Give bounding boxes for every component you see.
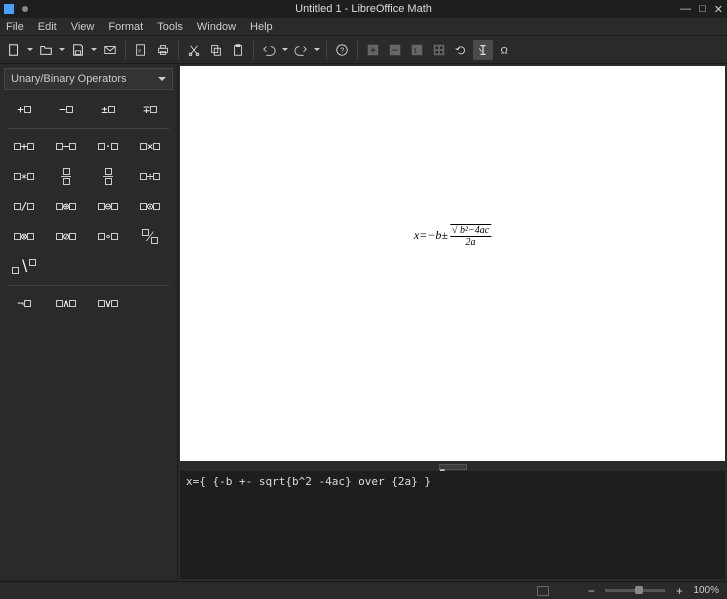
separator [326,41,327,59]
op-ominus[interactable]: ⊖ [92,195,124,217]
op-oslash[interactable]: ⊘ [50,225,82,247]
svg-text:P: P [138,48,141,53]
refresh-button[interactable] [451,40,471,60]
mail-button[interactable] [100,40,120,60]
op-plusminus[interactable]: ± [92,98,124,120]
open-button[interactable] [36,40,56,60]
zoom-slider[interactable] [605,589,665,592]
zoom-out-status[interactable]: − [585,585,597,597]
zoom-fit-button[interactable] [429,40,449,60]
splitter[interactable]: ▾ [178,463,727,471]
rendered-formula: x=−b± √ b²−4ac 2a [414,224,491,248]
save-button[interactable] [68,40,88,60]
splitter-grip[interactable]: ▾ [439,464,467,470]
titlebar: Untitled 1 - LibreOffice Math — □ ✕ [0,0,727,18]
palette-separator [8,285,169,286]
op-widebslash[interactable]: ∖ [8,255,40,277]
separator [125,41,126,59]
new-button[interactable] [4,40,24,60]
close-button[interactable]: ✕ [714,3,723,16]
menu-tools[interactable]: Tools [157,21,183,33]
menu-file[interactable]: File [6,21,24,33]
titlebar-dot [22,6,28,12]
palette-separator [8,128,169,129]
formula-denominator: 2a [464,237,478,248]
category-selector[interactable]: Unary/Binary Operators [4,68,173,90]
zoom-value[interactable]: 100% [693,585,719,596]
op-wideslash[interactable]: ⁄ [134,225,166,247]
svg-text:?: ? [340,47,344,54]
paste-button[interactable] [228,40,248,60]
zoom-in-status[interactable]: + [673,585,685,597]
copy-button[interactable] [206,40,226,60]
formula-numerator: √ b²−4ac [450,224,491,237]
op-frac[interactable] [50,165,82,187]
zoom-out-button[interactable] [385,40,405,60]
zoom-thumb[interactable] [635,586,643,594]
menu-help[interactable]: Help [250,21,273,33]
editor-content: x={ {-b +- sqrt{b^2 -4ac} over {2a} } [186,475,431,488]
op-div-frac[interactable] [92,165,124,187]
op-otimes[interactable]: ⊗ [8,225,40,247]
separator [253,41,254,59]
menu-format[interactable]: Format [108,21,143,33]
svg-text:1: 1 [414,47,418,54]
open-dropdown[interactable] [58,48,66,51]
zoom-100-button[interactable]: 1 [407,40,427,60]
print-button[interactable] [153,40,173,60]
operator-palette: + − ± ∓ + − · × ∗ ÷ / ⊕ ⊖ ⊙ [0,94,177,581]
formula-editor[interactable]: x={ {-b +- sqrt{b^2 -4ac} over {2a} } [180,471,725,579]
app-icon [4,4,14,14]
op-add[interactable]: + [8,135,40,157]
op-plus[interactable]: + [8,98,40,120]
op-oplus[interactable]: ⊕ [50,195,82,217]
new-dropdown[interactable] [26,48,34,51]
menu-edit[interactable]: Edit [38,21,57,33]
separator [178,41,179,59]
formula-lhs: x=−b± [414,228,448,243]
op-neg[interactable]: ¬ [8,292,40,314]
formula-cursor-button[interactable] [473,40,493,60]
separator [357,41,358,59]
undo-dropdown[interactable] [281,48,289,51]
export-pdf-button[interactable]: P [131,40,151,60]
category-label: Unary/Binary Operators [11,73,127,85]
main-area: x=−b± √ b²−4ac 2a ▾ x={ {-b +- sqrt{b^2 … [178,64,727,581]
op-ast[interactable]: ∗ [8,165,40,187]
op-times[interactable]: × [134,135,166,157]
undo-button[interactable] [259,40,279,60]
doc-modified-icon [537,586,549,596]
svg-text:Ω: Ω [501,45,508,56]
help-button[interactable]: ? [332,40,352,60]
formula-preview[interactable]: x=−b± √ b²−4ac 2a [180,66,725,461]
toolbar: P ? 1 Ω [0,36,727,64]
window-title: Untitled 1 - LibreOffice Math [295,3,432,15]
symbols-button[interactable]: Ω [495,40,515,60]
op-div[interactable]: ÷ [134,165,166,187]
op-circ[interactable]: ∘ [92,225,124,247]
op-odot[interactable]: ⊙ [134,195,166,217]
redo-button[interactable] [291,40,311,60]
redo-dropdown[interactable] [313,48,321,51]
save-dropdown[interactable] [90,48,98,51]
zoom-in-button[interactable] [363,40,383,60]
menu-view[interactable]: View [71,21,95,33]
op-and[interactable]: ∧ [50,292,82,314]
elements-sidebar: Unary/Binary Operators + − ± ∓ + − · × ∗… [0,64,178,581]
maximize-button[interactable]: □ [699,3,706,16]
op-cdot[interactable]: · [92,135,124,157]
statusbar: − + 100% [0,581,727,599]
op-or[interactable]: ∨ [92,292,124,314]
op-minusplus[interactable]: ∓ [134,98,166,120]
menubar: File Edit View Format Tools Window Help [0,18,727,36]
cut-button[interactable] [184,40,204,60]
op-slash[interactable]: / [8,195,40,217]
op-minus[interactable]: − [50,98,82,120]
op-sub[interactable]: − [50,135,82,157]
menu-window[interactable]: Window [197,21,236,33]
minimize-button[interactable]: — [680,3,691,16]
